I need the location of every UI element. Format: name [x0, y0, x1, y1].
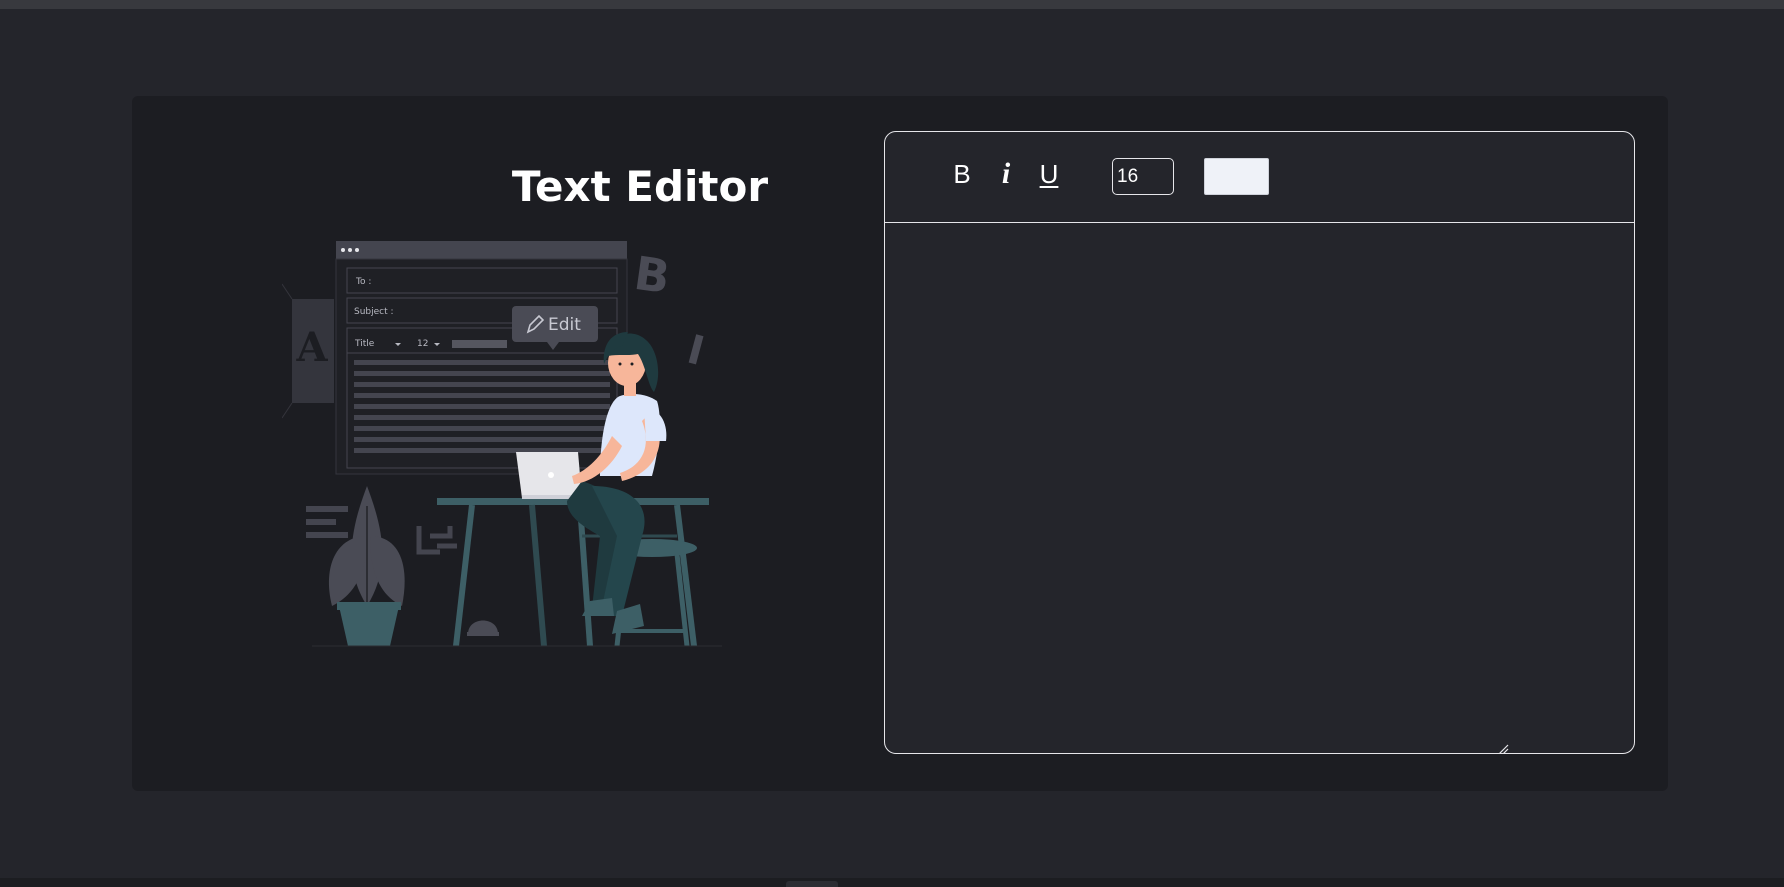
deco-letter-a: A	[295, 324, 328, 371]
editor-card: Text Editor A B I To : Subject : Title 1…	[132, 96, 1668, 791]
mini-size-select: 12	[417, 339, 428, 349]
resize-handle-icon[interactable]	[1497, 743, 1509, 754]
italic-button[interactable]: i	[989, 154, 1023, 194]
edit-tooltip-label: Edit	[548, 315, 581, 335]
page-title: Text Editor	[511, 162, 769, 211]
text-editor: B i U	[884, 131, 1635, 754]
to-field-label: To :	[355, 277, 371, 287]
illustration-woman-at-desk: A B I To : Subject : Title 12 Edit	[282, 241, 722, 647]
deco-letter-i: I	[683, 327, 709, 375]
editor-text-area[interactable]	[885, 223, 1634, 753]
text-color-picker[interactable]	[1204, 158, 1269, 195]
mini-style-select: Title	[354, 339, 375, 349]
subject-field-label: Subject :	[354, 307, 394, 317]
document-window: To : Subject : Title 12	[335, 241, 628, 475]
font-size-input[interactable]	[1112, 158, 1174, 195]
deco-letter-b: B	[631, 246, 673, 304]
bottom-tab-handle	[786, 881, 838, 887]
bold-button[interactable]: B	[945, 154, 979, 194]
window-top-bar	[0, 0, 1784, 9]
underline-button[interactable]: U	[1032, 154, 1066, 194]
window-bottom-bar	[0, 878, 1784, 887]
letter-a-tile: A	[282, 283, 334, 419]
editor-toolbar: B i U	[885, 132, 1634, 223]
